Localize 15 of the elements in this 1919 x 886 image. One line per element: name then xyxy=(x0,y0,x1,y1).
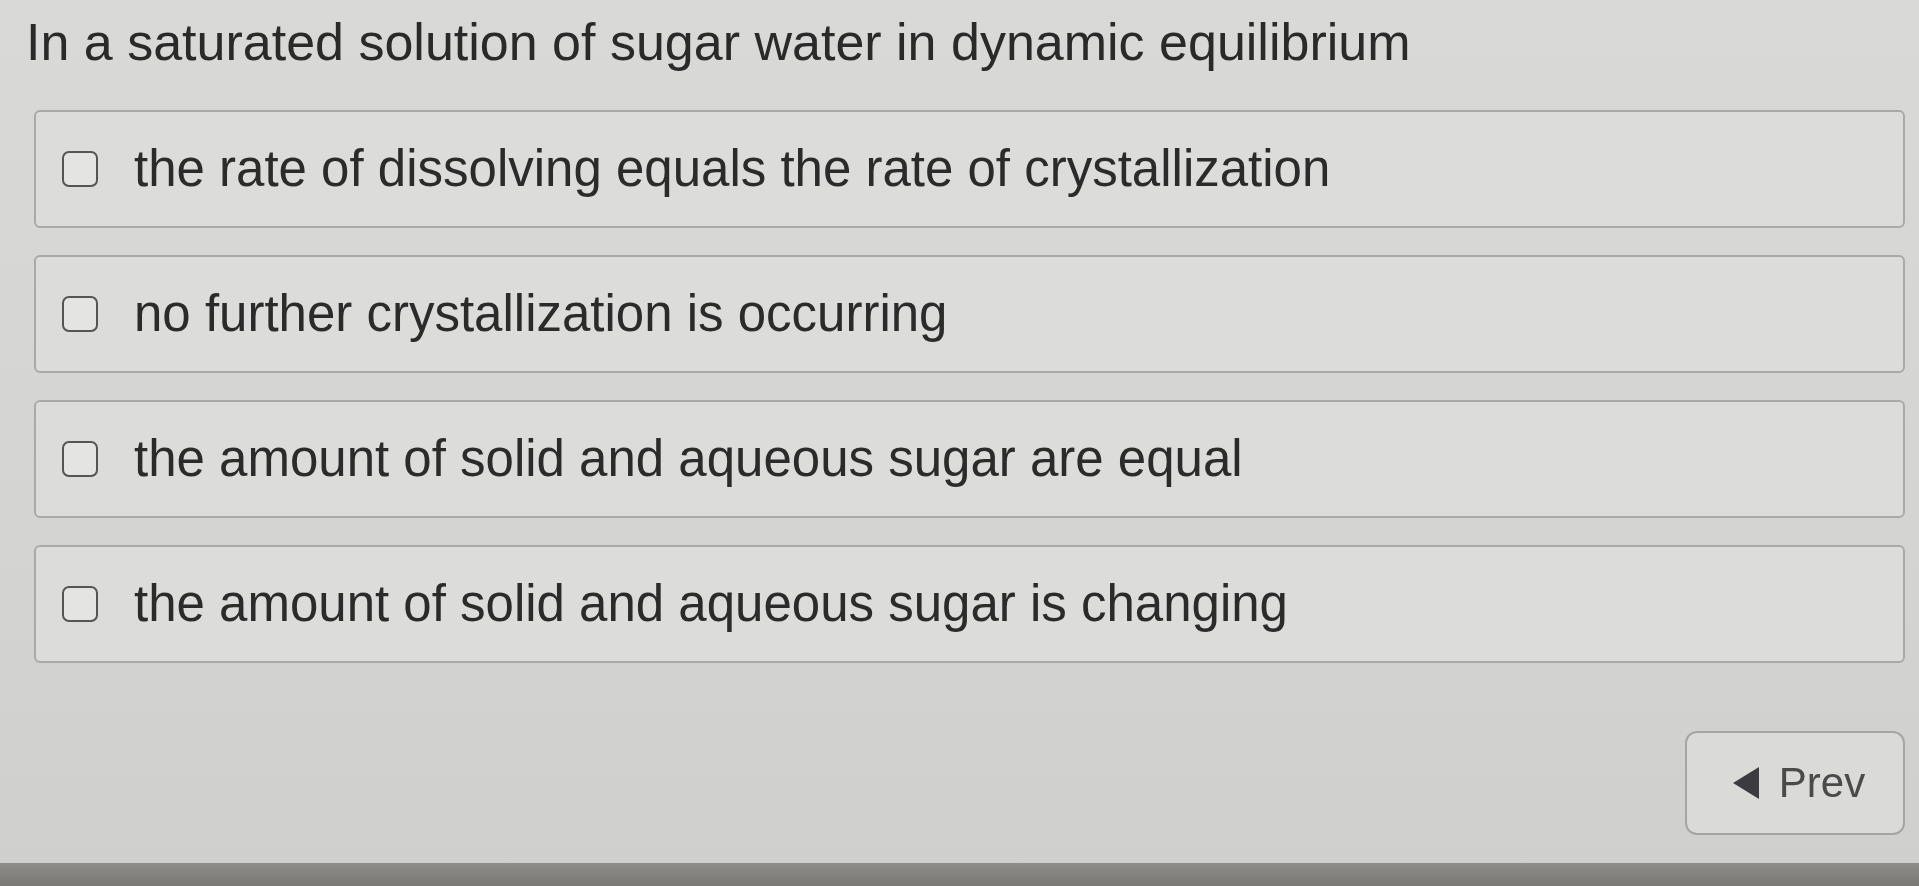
question-text: In a saturated solution of sugar water in dynamic equilibrium xyxy=(26,12,1412,73)
left-triangle-icon xyxy=(1732,767,1759,799)
checkbox[interactable] xyxy=(62,151,98,187)
option-text: the amount of solid and aqueous sugar is changing xyxy=(134,574,1288,634)
checkbox[interactable] xyxy=(62,296,98,332)
answer-option[interactable]: the rate of dissolving equals the rate of crystallization xyxy=(34,110,1905,228)
option-text: the amount of solid and aqueous sugar are equal xyxy=(134,429,1243,489)
checkbox[interactable] xyxy=(62,586,98,622)
option-text: the rate of dissolving equals the rate of crystallization xyxy=(134,139,1331,199)
prev-button[interactable]: Prev xyxy=(1685,731,1905,835)
answer-option[interactable]: the amount of solid and aqueous sugar are equal xyxy=(34,400,1905,518)
answer-option[interactable]: the amount of solid and aqueous sugar is changing xyxy=(34,545,1905,663)
checkbox[interactable] xyxy=(62,441,98,477)
answer-option[interactable]: no further crystallization is occurring xyxy=(34,255,1905,373)
option-text: no further crystallization is occurring xyxy=(134,284,948,344)
